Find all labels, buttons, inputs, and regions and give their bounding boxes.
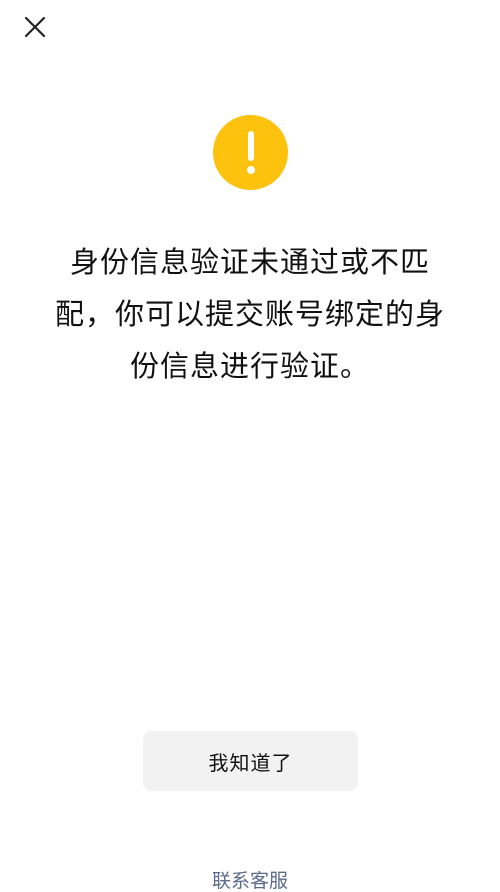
exclamation-circle-icon	[213, 115, 288, 190]
contact-support-link[interactable]: 联系客服	[0, 866, 500, 892]
verification-failed-message: 身份信息验证未通过或不匹配，你可以提交账号绑定的身份信息进行验证。	[54, 245, 445, 383]
exclamation-dot	[247, 166, 255, 174]
close-button[interactable]	[16, 8, 54, 46]
acknowledge-button[interactable]: 我知道了	[143, 731, 358, 791]
close-icon	[24, 16, 46, 38]
exclamation-bar	[248, 131, 254, 161]
